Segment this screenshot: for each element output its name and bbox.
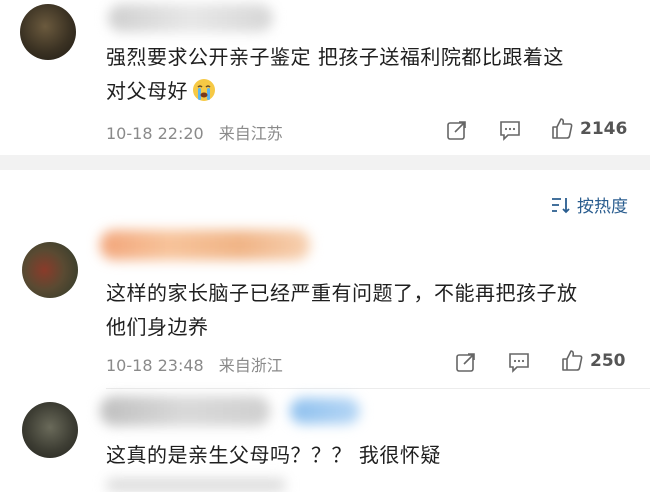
avatar[interactable] — [22, 402, 78, 458]
reply-button[interactable] — [508, 351, 530, 373]
crying-face-icon — [193, 79, 215, 101]
avatar[interactable] — [20, 4, 76, 60]
comment-item: 这真的是亲生父母吗？？？ 我很怀疑 — [0, 390, 650, 492]
sort-button[interactable]: 按热度 — [551, 192, 628, 217]
comment-location: 来自江苏 — [218, 124, 283, 143]
comment-item: 这样的家长脑子已经严重有问题了，不能再把孩子放 他们身边养 10-18 23:4… — [0, 220, 650, 390]
comment-text-line: 这真的是亲生父母吗？？？ 我很怀疑 — [106, 443, 441, 467]
share-button[interactable] — [446, 119, 468, 141]
reply-button[interactable] — [499, 119, 521, 141]
like-count: 2146 — [580, 119, 628, 139]
comment-icon — [500, 121, 520, 141]
share-button[interactable] — [455, 351, 477, 373]
thumbs-up-icon — [562, 350, 583, 371]
comment-meta: 10-18 23:48 来自浙江 — [106, 352, 293, 376]
sort-label: 按热度 — [577, 197, 628, 217]
comment-text-line: 对父母好 — [106, 74, 636, 108]
comment-separator — [106, 388, 650, 389]
avatar[interactable] — [22, 242, 78, 298]
meta-blurred — [106, 478, 286, 492]
share-icon — [456, 353, 475, 372]
comment-item: 强烈要求公开亲子鉴定 把孩子送福利院都比跟着这 对父母好 10-18 22:20… — [0, 0, 650, 160]
comment-icon — [509, 353, 529, 373]
comment-text: 强烈要求公开亲子鉴定 把孩子送福利院都比跟着这 对父母好 — [106, 40, 636, 108]
section-divider — [0, 155, 650, 170]
username-blurred[interactable] — [100, 230, 310, 260]
comment-text-line: 他们身边养 — [106, 315, 209, 339]
comment-text: 这真的是亲生父母吗？？？ 我很怀疑 — [106, 438, 636, 472]
comment-text-line: 强烈要求公开亲子鉴定 把孩子送福利院都比跟着这 — [106, 45, 564, 69]
comment-text-line: 这样的家长脑子已经严重有问题了，不能再把孩子放 — [106, 281, 578, 305]
comment-date: 10-18 22:20 — [106, 124, 204, 143]
comment-date: 10-18 23:48 — [106, 356, 204, 375]
share-icon — [447, 121, 466, 140]
like-button[interactable]: 2146 — [550, 117, 627, 141]
thumbs-up-icon — [552, 118, 573, 139]
like-button[interactable]: 250 — [560, 349, 626, 373]
username-blurred[interactable] — [108, 4, 273, 32]
comment-location: 来自浙江 — [218, 356, 283, 375]
username-blurred[interactable] — [100, 396, 270, 426]
like-count: 250 — [590, 351, 626, 371]
comment-text: 这样的家长脑子已经严重有问题了，不能再把孩子放 他们身边养 — [106, 276, 636, 344]
comment-text-tail: 对父母好 — [106, 79, 188, 103]
comment-meta: 10-18 22:20 来自江苏 — [106, 120, 293, 144]
sort-icon — [552, 197, 570, 213]
badge-blurred — [290, 398, 360, 424]
